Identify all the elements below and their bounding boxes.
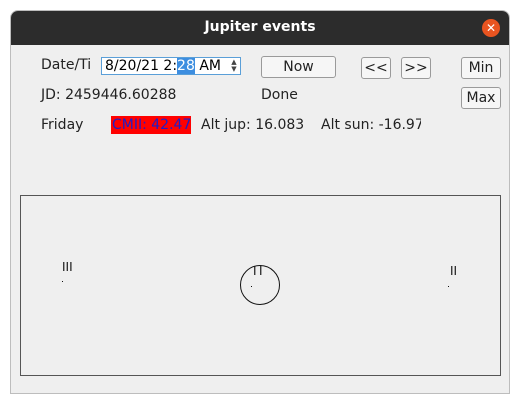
window-title: Jupiter events: [204, 19, 316, 35]
min-button[interactable]: Min: [461, 57, 501, 79]
datetime-label: Date/Ti: [41, 57, 92, 73]
datetime-text-selected: 28: [177, 58, 195, 74]
datetime-spinbox[interactable]: 8/20/21 2:28 AM ▲ ▼: [101, 57, 241, 75]
moon-label-i: I: [253, 264, 257, 278]
spin-arrows-icon[interactable]: ▲ ▼: [229, 59, 239, 73]
moon-label-iii: III: [62, 260, 73, 274]
weekday-label: Friday: [41, 117, 84, 133]
moon-dot-ii: [448, 286, 449, 287]
jupiter-moons-diagram: III I I II: [20, 195, 501, 376]
alt-sun: Alt sun: -16.979: [321, 117, 421, 133]
datetime-text-after: AM: [194, 58, 221, 74]
datetime-text-before: 8/20/21 2:: [105, 58, 178, 74]
julian-date: JD: 2459446.60288: [41, 87, 177, 103]
status-text: Done: [261, 87, 298, 103]
close-icon[interactable]: ✕: [482, 19, 500, 37]
cmii-value: CMII: 42.477: [111, 116, 191, 134]
next-button[interactable]: >>: [401, 57, 431, 79]
moon-label-ii: II: [450, 264, 458, 278]
now-button[interactable]: Now: [261, 56, 336, 78]
moon-label-i-overlap: I: [259, 264, 263, 278]
jupiter-events-window: Jupiter events ✕ Date/Ti 8/20/21 2:28 AM…: [10, 10, 510, 394]
previous-button[interactable]: <<: [361, 57, 391, 79]
moon-dot-i: [251, 286, 252, 287]
title-bar[interactable]: Jupiter events ✕: [11, 11, 509, 45]
alt-jupiter: Alt jup: 16.0838: [201, 117, 304, 133]
max-button[interactable]: Max: [461, 87, 501, 109]
moon-dot-iii: [62, 281, 63, 282]
